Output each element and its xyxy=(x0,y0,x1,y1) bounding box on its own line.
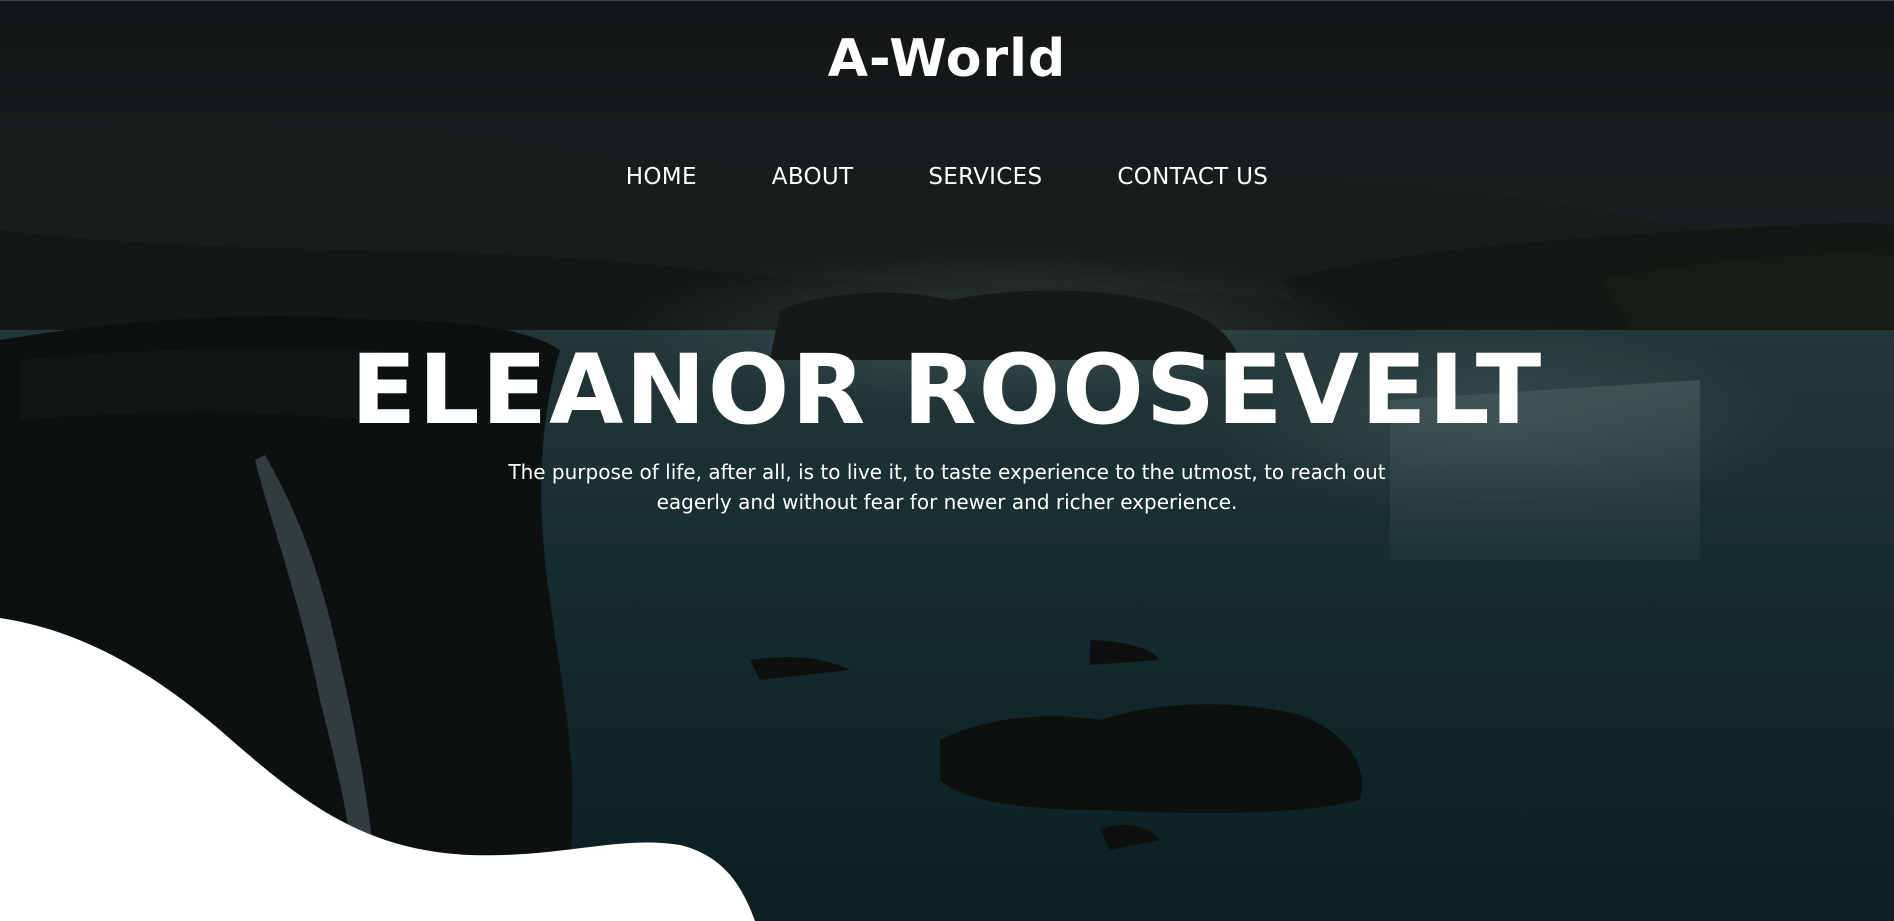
white-wave-shape xyxy=(0,618,755,921)
hero-section: A-World HOME ABOUT SERVICES CONTACT US E… xyxy=(0,0,1894,921)
